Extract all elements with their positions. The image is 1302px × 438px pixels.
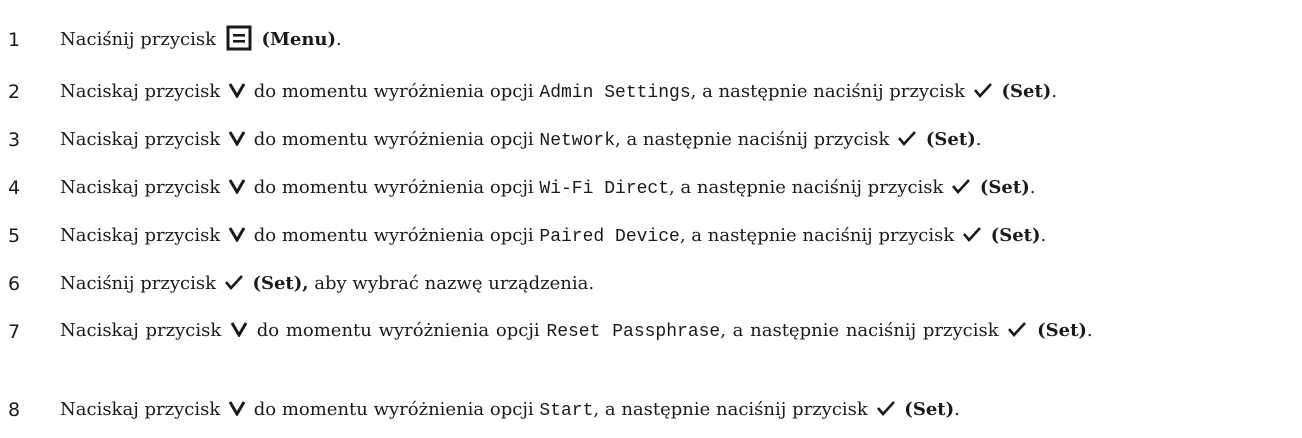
then-text: , a następnie naciśnij przycisk xyxy=(679,225,955,246)
menu-label: (Menu) xyxy=(261,29,337,50)
step-number: 4 xyxy=(8,177,21,199)
step-text: Naciskaj przycisk do momentu wyróżnienia… xyxy=(60,176,1294,201)
set-label: (Set) xyxy=(1037,320,1087,341)
period: . xyxy=(1029,177,1036,198)
then-text: , a następnie naciśnij przycisk xyxy=(593,399,868,420)
then-text: , a następnie naciśnij przycisk xyxy=(669,177,944,198)
until-text: do momentu wyróżnienia opcji xyxy=(253,225,534,246)
rest-text: aby wybrać nazwę urządzenia. xyxy=(314,273,595,294)
option-name: Admin Settings xyxy=(539,83,691,103)
option-name: Network xyxy=(539,131,616,151)
option-name: Start xyxy=(539,401,594,421)
option-name: Paired Device xyxy=(539,227,680,247)
step-text: Naciskaj przycisk do momentu wyróżnienia… xyxy=(60,224,1294,249)
option-name: Reset Passphrase xyxy=(546,322,721,342)
instruction-text: Naciskaj przycisk xyxy=(60,225,221,246)
checkmark-icon xyxy=(951,178,971,194)
checkmark-icon xyxy=(973,82,993,98)
set-label: (Set) xyxy=(979,177,1030,198)
step-text: Naciskaj przycisk do momentu wyróżnienia… xyxy=(60,128,1294,153)
down-arrow-icon xyxy=(228,130,246,146)
until-text: do momentu wyróżnienia opcji xyxy=(256,320,540,341)
until-text: do momentu wyróżnienia opcji xyxy=(253,81,534,102)
instruction-text: Naciskaj przycisk xyxy=(60,177,221,198)
period: . xyxy=(975,129,982,150)
instruction-text: Naciskaj przycisk xyxy=(60,129,221,150)
set-label: (Set) xyxy=(990,225,1041,246)
step-text: Naciśnij przycisk (Set), aby wybrać nazw… xyxy=(60,272,1294,296)
until-text: do momentu wyróżnienia opcji xyxy=(253,129,534,150)
step-number: 5 xyxy=(8,225,21,247)
down-arrow-icon xyxy=(228,178,246,194)
instruction-text: Naciśnij przycisk xyxy=(60,29,216,50)
set-label: (Set) xyxy=(925,129,976,150)
period: . xyxy=(1040,225,1047,246)
step-number: 2 xyxy=(8,81,21,103)
checkmark-icon xyxy=(876,400,896,416)
down-arrow-icon xyxy=(230,321,248,337)
instruction-text: Naciskaj przycisk xyxy=(60,81,221,102)
until-text: do momentu wyróżnienia opcji xyxy=(253,399,534,420)
step-number: 7 xyxy=(8,321,21,343)
period: . xyxy=(954,399,960,420)
step-text: Naciśnij przycisk (Menu). xyxy=(60,25,1294,52)
step-text: Naciskaj przycisk do momentu wyróżnienia… xyxy=(60,318,1298,345)
period: . xyxy=(1051,81,1058,102)
instruction-text: Naciskaj przycisk xyxy=(60,399,221,420)
down-arrow-icon xyxy=(228,400,246,416)
down-arrow-icon xyxy=(228,226,246,242)
step-text: Naciskaj przycisk do momentu wyróżnienia… xyxy=(60,398,1294,423)
until-text: do momentu wyróżnienia opcji xyxy=(253,177,534,198)
checkmark-icon xyxy=(224,274,244,290)
then-text: , a następnie naciśnij przycisk xyxy=(690,81,966,102)
then-text: , a następnie naciśnij przycisk xyxy=(615,129,890,150)
instruction-text: Naciśnij przycisk xyxy=(60,273,216,294)
step-number: 8 xyxy=(8,399,21,421)
then-text: , a następnie naciśnij przycisk xyxy=(720,320,999,341)
menu-button-icon xyxy=(226,25,252,51)
set-label: (Set), xyxy=(252,273,309,294)
step-text: Naciskaj przycisk do momentu wyróżnienia… xyxy=(60,80,1294,105)
step-number: 3 xyxy=(8,129,21,151)
checkmark-icon xyxy=(962,226,982,242)
step-number: 1 xyxy=(8,29,21,51)
step-number: 6 xyxy=(8,273,21,295)
period: . xyxy=(336,29,342,50)
checkmark-icon xyxy=(897,130,917,146)
instruction-text: Naciskaj przycisk xyxy=(60,320,222,341)
set-label: (Set) xyxy=(1001,81,1052,102)
down-arrow-icon xyxy=(228,82,246,98)
option-name: Wi-Fi Direct xyxy=(539,179,670,199)
set-label: (Set) xyxy=(904,399,955,420)
period: . xyxy=(1086,320,1093,341)
checkmark-icon xyxy=(1007,321,1027,337)
